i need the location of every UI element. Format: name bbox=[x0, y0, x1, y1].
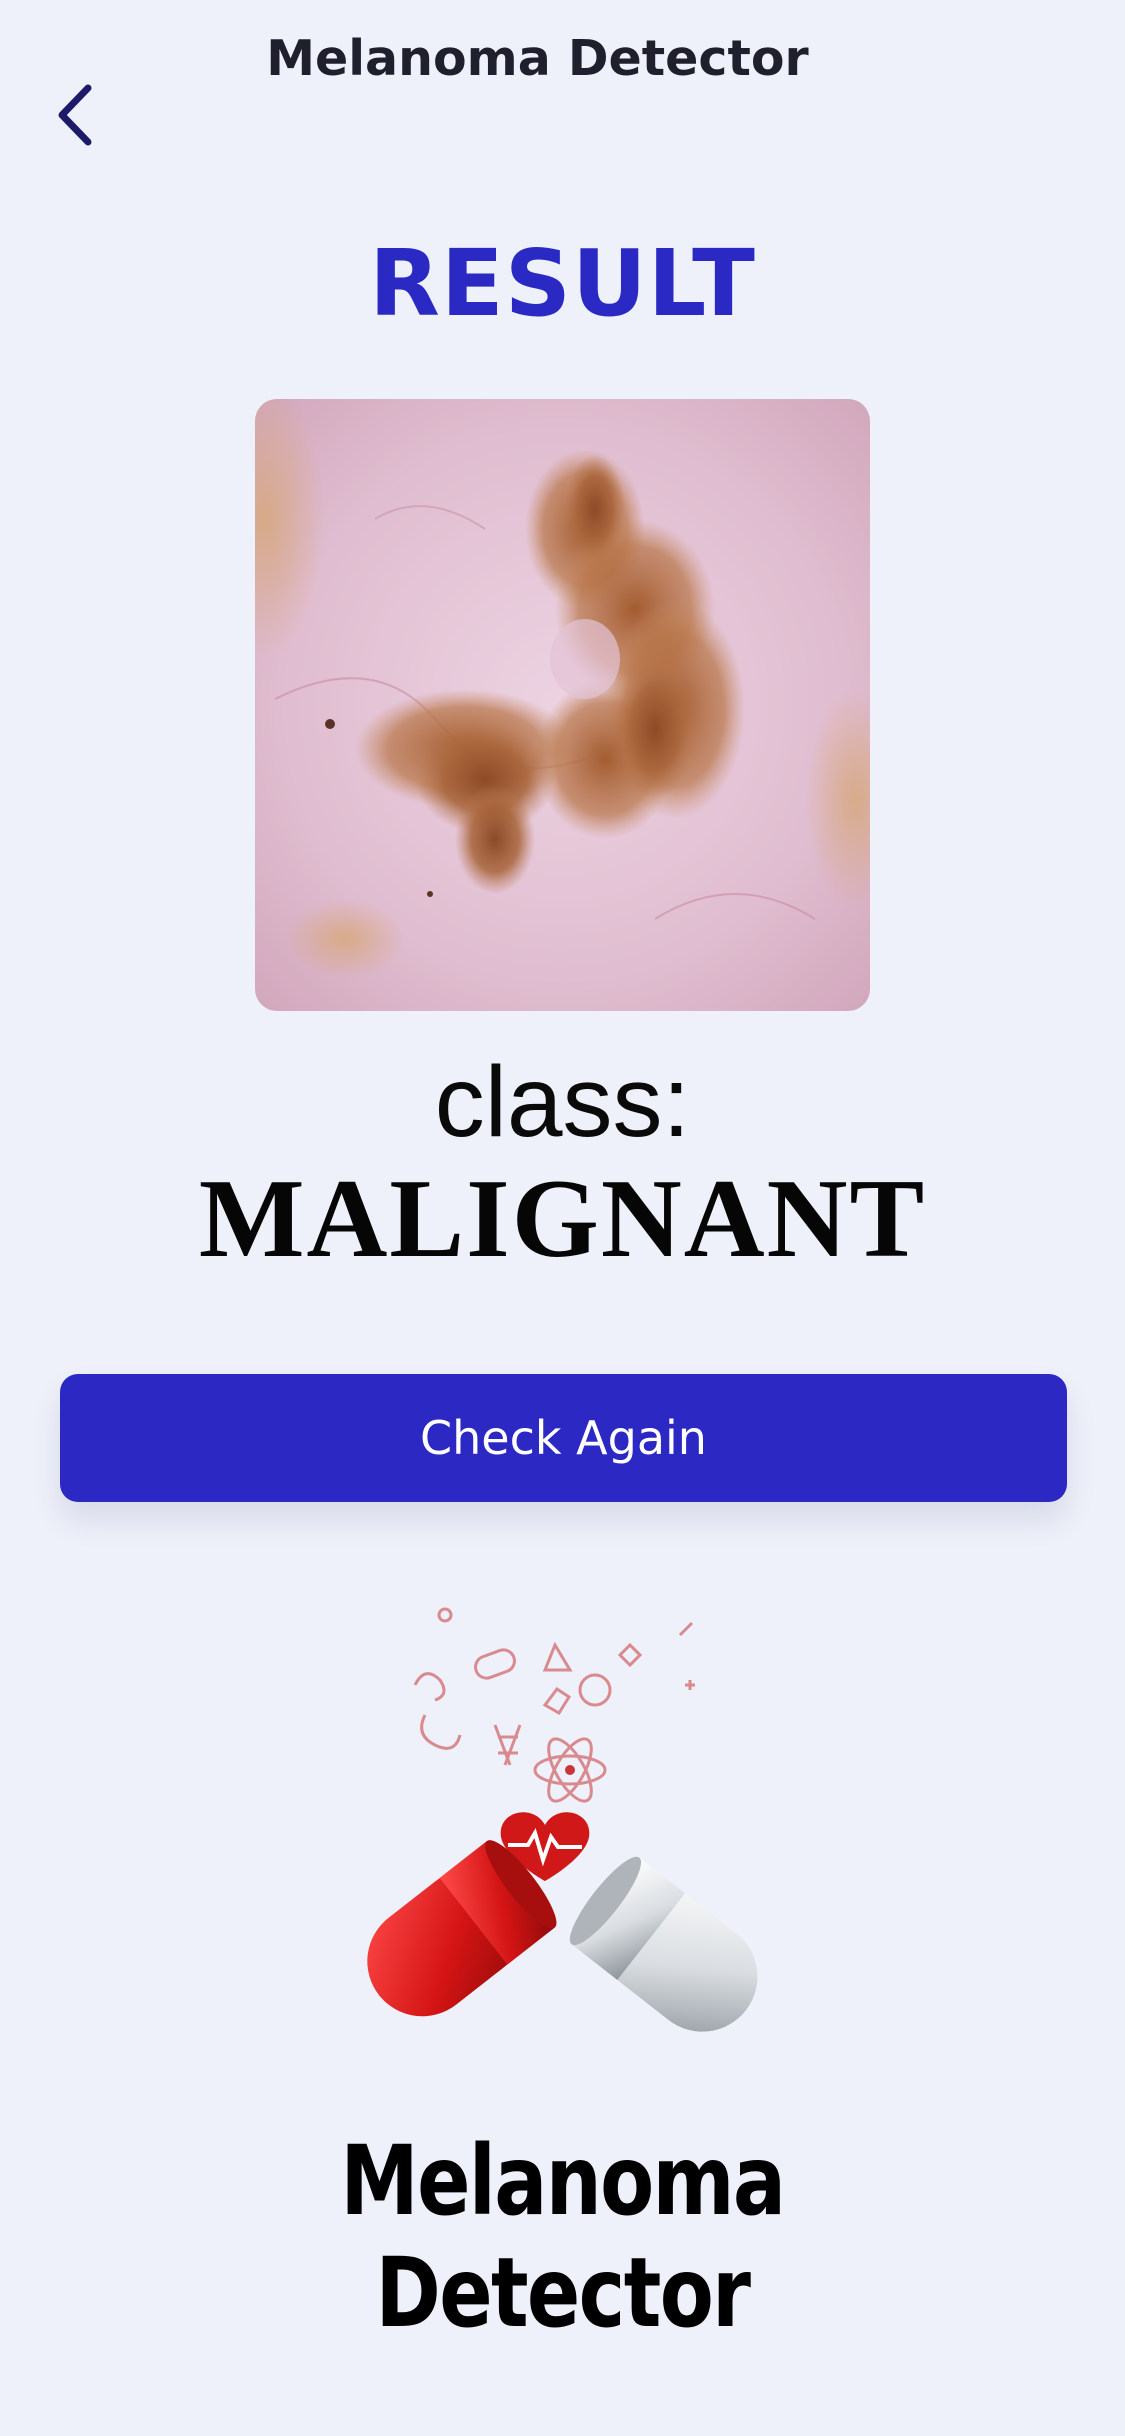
logo-text: Melanoma Detector bbox=[101, 2125, 1024, 2349]
class-value: MALIGNANT bbox=[198, 1157, 927, 1281]
open-capsule-medical-icon bbox=[330, 1575, 800, 2055]
app-title: Melanoma Detector bbox=[266, 30, 809, 87]
logo-text-line2: Detector bbox=[375, 2237, 750, 2349]
app-header: Melanoma Detector bbox=[0, 0, 1125, 160]
lesion-image bbox=[255, 399, 870, 1011]
check-again-button[interactable]: Check Again bbox=[60, 1374, 1067, 1502]
result-heading: RESULT bbox=[369, 230, 756, 337]
logo-text-line1: Melanoma bbox=[340, 2125, 786, 2237]
class-label: class: bbox=[434, 1046, 691, 1158]
